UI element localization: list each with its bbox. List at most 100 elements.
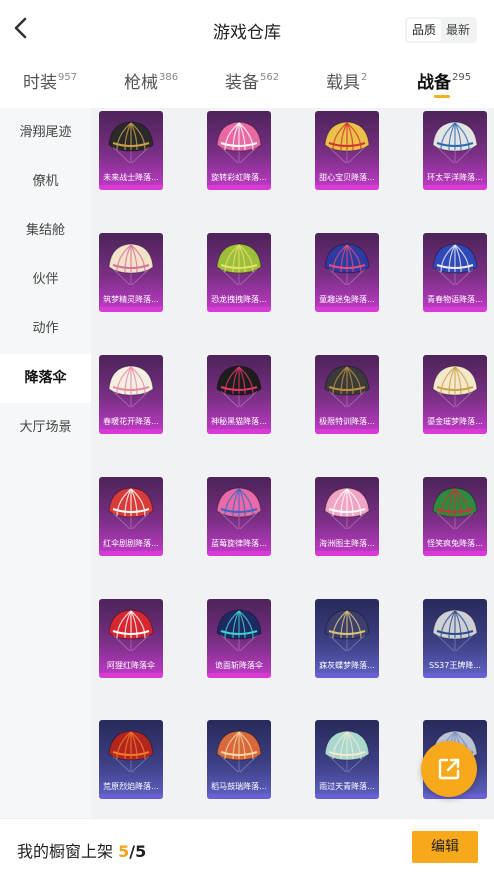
- parachute-item-card[interactable]: 童趣迷兔降落...: [315, 233, 379, 312]
- item-name: 青春物语降落...: [427, 295, 483, 304]
- rarity-strip: [207, 185, 271, 190]
- app-header: 游戏仓库 品质 最新: [0, 0, 494, 58]
- parachute-item-card[interactable]: 蓝莓旋律降落...: [207, 477, 271, 556]
- item-name: 筑梦精灵降落...: [103, 295, 159, 304]
- parachute-item-card[interactable]: 荒原烈焰降落...: [99, 720, 163, 799]
- item-name: SS37王牌降...: [429, 661, 481, 670]
- item-name: 春暖花开降落...: [103, 417, 159, 426]
- parachute-icon: [108, 730, 154, 773]
- tab-count: 386: [159, 72, 179, 83]
- parachute-item-card[interactable]: 寐灰蝶梦降落...: [315, 599, 379, 678]
- parachute-item-card[interactable]: 鎏金璀梦降落...: [423, 355, 487, 434]
- rarity-strip: [207, 551, 271, 556]
- sidebar-item-lobby-scene[interactable]: 大厅场景: [0, 403, 91, 452]
- parachute-item-card[interactable]: SS37王牌降...: [423, 599, 487, 678]
- parachute-item-card[interactable]: 怪笑疯兔降落...: [423, 477, 487, 556]
- rarity-strip: [423, 673, 487, 678]
- tab-count: 562: [260, 72, 280, 83]
- tab-vehicles[interactable]: 载具2: [326, 68, 367, 93]
- item-name: 恐龙拽拽降落...: [211, 295, 267, 304]
- item-name: 甜心宝贝降落...: [319, 173, 375, 182]
- parachute-icon: [216, 121, 262, 164]
- rarity-strip: [207, 794, 271, 799]
- rarity-strip: [315, 551, 379, 556]
- parachute-item-card[interactable]: 雨过天青降落...: [315, 720, 379, 799]
- parachute-item-card[interactable]: 未来战士降落...: [99, 111, 163, 190]
- item-name: 极限特训降落...: [319, 417, 375, 426]
- parachute-icon: [324, 609, 370, 652]
- parachute-item-card[interactable]: 青春物语降落...: [423, 233, 487, 312]
- parachute-icon: [324, 121, 370, 164]
- parachute-icon: [108, 243, 154, 286]
- item-name: 稻马鼓瑞降落...: [211, 782, 267, 791]
- parachute-icon: [432, 487, 478, 530]
- tab-equipment[interactable]: 装备562: [225, 68, 279, 93]
- sidebar-item-wingman[interactable]: 僚机: [0, 157, 91, 206]
- tab-fashion[interactable]: 时装957: [23, 68, 77, 93]
- share-external-icon: [438, 758, 460, 780]
- parachute-icon: [432, 243, 478, 286]
- parachute-item-card[interactable]: 极限特训降落...: [315, 355, 379, 434]
- sort-option-quality[interactable]: 品质: [407, 19, 441, 41]
- parachute-icon: [432, 365, 478, 408]
- rarity-strip: [99, 185, 163, 190]
- item-name: 神秘黑猫降落...: [211, 417, 267, 426]
- parachute-item-card[interactable]: 红伞剧剧降落...: [99, 477, 163, 556]
- item-name: 阿狸红降落伞: [107, 661, 155, 670]
- parachute-item-card[interactable]: 阿狸红降落伞: [99, 599, 163, 678]
- rarity-strip: [423, 307, 487, 312]
- rarity-strip: [99, 551, 163, 556]
- parachute-item-card[interactable]: 筑梦精灵降落...: [99, 233, 163, 312]
- rarity-strip: [315, 794, 379, 799]
- edit-button[interactable]: 编辑: [412, 831, 478, 863]
- tab-count: 957: [58, 72, 78, 83]
- item-name: 红伞剧剧降落...: [103, 539, 159, 548]
- category-tabs: 时装957 枪械386 装备562 载具2 战备295: [0, 60, 494, 106]
- tab-battle-prep[interactable]: 战备295: [417, 68, 471, 93]
- rarity-strip: [207, 429, 271, 434]
- rarity-strip: [207, 307, 271, 312]
- sidebar-item-companion[interactable]: 伙伴: [0, 255, 91, 304]
- parachute-icon: [324, 365, 370, 408]
- tab-label: 载具: [326, 73, 360, 93]
- tab-count: 295: [452, 72, 472, 83]
- parachute-item-card[interactable]: 海洲图主降落...: [315, 477, 379, 556]
- sidebar-item-glide-trail[interactable]: 滑翔尾迹: [0, 108, 91, 157]
- parachute-item-card[interactable]: 春暖花开降落...: [99, 355, 163, 434]
- sidebar-item-rally-pod[interactable]: 集结舱: [0, 206, 91, 255]
- tab-weapons[interactable]: 枪械386: [124, 68, 178, 93]
- parachute-item-card[interactable]: 稻马鼓瑞降落...: [207, 720, 271, 799]
- sidebar: 滑翔尾迹 僚机 集结舱 伙伴 动作 降落伞 大厅场景: [0, 108, 91, 818]
- parachute-item-card[interactable]: 环太平洋降落...: [423, 111, 487, 190]
- share-button[interactable]: [421, 741, 477, 797]
- parachute-item-card[interactable]: 神秘黑猫降落...: [207, 355, 271, 434]
- parachute-icon: [108, 121, 154, 164]
- item-name: 未来战士降落...: [103, 173, 159, 182]
- showcase-status: 我的橱窗上架 5/5: [17, 838, 146, 862]
- item-grid: 未来战士降落... 旋转彩虹降落... 甜心宝贝降落... 环太平洋降落... 筑梦精灵…: [91, 108, 494, 818]
- item-name: 鎏金璀梦降落...: [427, 417, 483, 426]
- sort-option-newest[interactable]: 最新: [441, 19, 475, 41]
- item-name: 诡面斩降落伞: [215, 661, 263, 670]
- item-name: 怪笑疯兔降落...: [427, 539, 483, 548]
- parachute-item-card[interactable]: 旋转彩虹降落...: [207, 111, 271, 190]
- parachute-icon: [216, 730, 262, 773]
- rarity-strip: [423, 551, 487, 556]
- item-name: 旋转彩虹降落...: [211, 173, 267, 182]
- parachute-icon: [216, 365, 262, 408]
- parachute-icon: [432, 609, 478, 652]
- parachute-item-card[interactable]: 诡面斩降落伞: [207, 599, 271, 678]
- showcase-total: /5: [129, 842, 147, 861]
- rarity-strip: [315, 185, 379, 190]
- rarity-strip: [99, 307, 163, 312]
- rarity-strip: [423, 185, 487, 190]
- sidebar-item-emote[interactable]: 动作: [0, 304, 91, 353]
- rarity-strip: [315, 673, 379, 678]
- item-name: 雨过天青降落...: [319, 782, 375, 791]
- parachute-item-card[interactable]: 甜心宝贝降落...: [315, 111, 379, 190]
- tab-label: 装备: [225, 73, 259, 93]
- parachute-item-card[interactable]: 恐龙拽拽降落...: [207, 233, 271, 312]
- rarity-strip: [423, 429, 487, 434]
- sidebar-item-parachute[interactable]: 降落伞: [0, 354, 91, 403]
- rarity-strip: [315, 429, 379, 434]
